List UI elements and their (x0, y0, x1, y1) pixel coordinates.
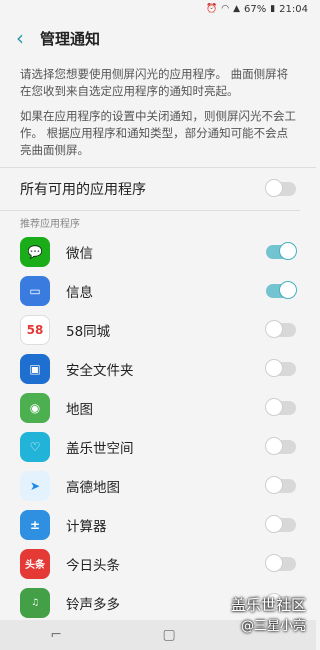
58-icon: 58 (20, 314, 50, 345)
recents-icon[interactable]: ⌐ (50, 627, 62, 643)
description-paragraph-2: 如果在应用程序的设置中关闭通知，则侧屏闪光不会工作。 根据应用程序和通知类型，部… (20, 109, 296, 157)
chevron-left-icon: ‹ (16, 26, 24, 50)
app-toggle[interactable] (265, 553, 296, 572)
app-toggle[interactable] (265, 514, 296, 533)
app-name: 盖乐世空间 (66, 440, 134, 457)
battery-level: 67% (243, 3, 267, 15)
ringtone-icon: ♫ (20, 587, 50, 618)
app-name: 地图 (66, 401, 93, 418)
app-toggle[interactable] (265, 397, 296, 416)
app-name: 信息 (66, 284, 93, 301)
all-apps-label: 所有可用的应用程序 (20, 182, 146, 198)
back-button[interactable]: ‹ (0, 18, 40, 58)
all-apps-row[interactable]: 所有可用的应用程序 (0, 168, 316, 210)
app-row[interactable]: 头条 今日头条 (0, 544, 316, 583)
wechat-icon: 💬 (20, 236, 50, 267)
app-list: 💬 微信 ▭ 信息 58 58同城 ▣ 安全文件夹 ◉ 地图 ♡ 盖乐世空间 ➤… (0, 232, 316, 622)
app-toggle[interactable] (266, 241, 297, 260)
description: 请选择您想要使用侧屏闪光的应用程序。 曲面侧屏将在您收到来自选定应用程序的通知时… (0, 66, 316, 159)
section-header: 推荐应用程序 (0, 210, 300, 232)
app-row[interactable]: ± 计算器 (0, 505, 316, 544)
status-bar: ⏰ ◠ ▲ 67% ▮ 21:04 (0, 0, 316, 18)
app-toggle[interactable] (266, 280, 297, 299)
app-name: 高德地图 (66, 479, 120, 496)
signal-icon: ▲ (233, 4, 240, 14)
toutiao-icon: 头条 (20, 548, 50, 579)
app-row[interactable]: ▭ 信息 (0, 271, 316, 310)
app-name: 58同城 (66, 323, 111, 340)
description-paragraph-1: 请选择您想要使用侧屏闪光的应用程序。 曲面侧屏将在您收到来自选定应用程序的通知时… (20, 67, 289, 98)
app-name: 微信 (66, 245, 93, 262)
app-row[interactable]: ♡ 盖乐世空间 (0, 427, 316, 466)
wifi-icon: ◠ (221, 4, 230, 14)
app-row[interactable]: 💬 微信 (0, 232, 316, 271)
app-row[interactable]: ◉ 地图 (0, 388, 316, 427)
maps-icon: ◉ (20, 392, 50, 423)
app-name: 今日头条 (66, 557, 120, 574)
app-row[interactable]: ▣ 安全文件夹 (0, 349, 316, 388)
amap-icon: ➤ (20, 470, 50, 501)
alarm-icon: ⏰ (205, 4, 218, 14)
calculator-icon: ± (20, 509, 50, 540)
app-toggle[interactable] (265, 475, 296, 494)
app-name: 安全文件夹 (66, 362, 134, 379)
home-icon[interactable]: ▢ (163, 627, 176, 643)
watermark-line-1: 盖乐世社区 (230, 596, 306, 614)
clock: 21:04 (279, 3, 308, 15)
galaxy-space-icon: ♡ (20, 431, 50, 462)
app-toggle[interactable] (265, 319, 296, 338)
messages-icon: ▭ (20, 275, 50, 306)
page-title: 管理通知 (40, 29, 101, 48)
watermark-line-2: @三星小亮 (240, 619, 306, 634)
watermark: 盖乐世社区 @三星小亮 (231, 594, 306, 634)
battery-icon: ▮ (270, 4, 276, 14)
all-apps-toggle[interactable] (265, 179, 296, 197)
secure-folder-icon: ▣ (20, 353, 50, 384)
app-toggle[interactable] (265, 358, 296, 377)
app-toggle[interactable] (265, 436, 296, 455)
app-header: ‹ 管理通知 (0, 18, 316, 58)
app-row[interactable]: ➤ 高德地图 (0, 466, 316, 505)
app-row[interactable]: 58 58同城 (0, 310, 316, 349)
app-name: 计算器 (66, 518, 107, 535)
